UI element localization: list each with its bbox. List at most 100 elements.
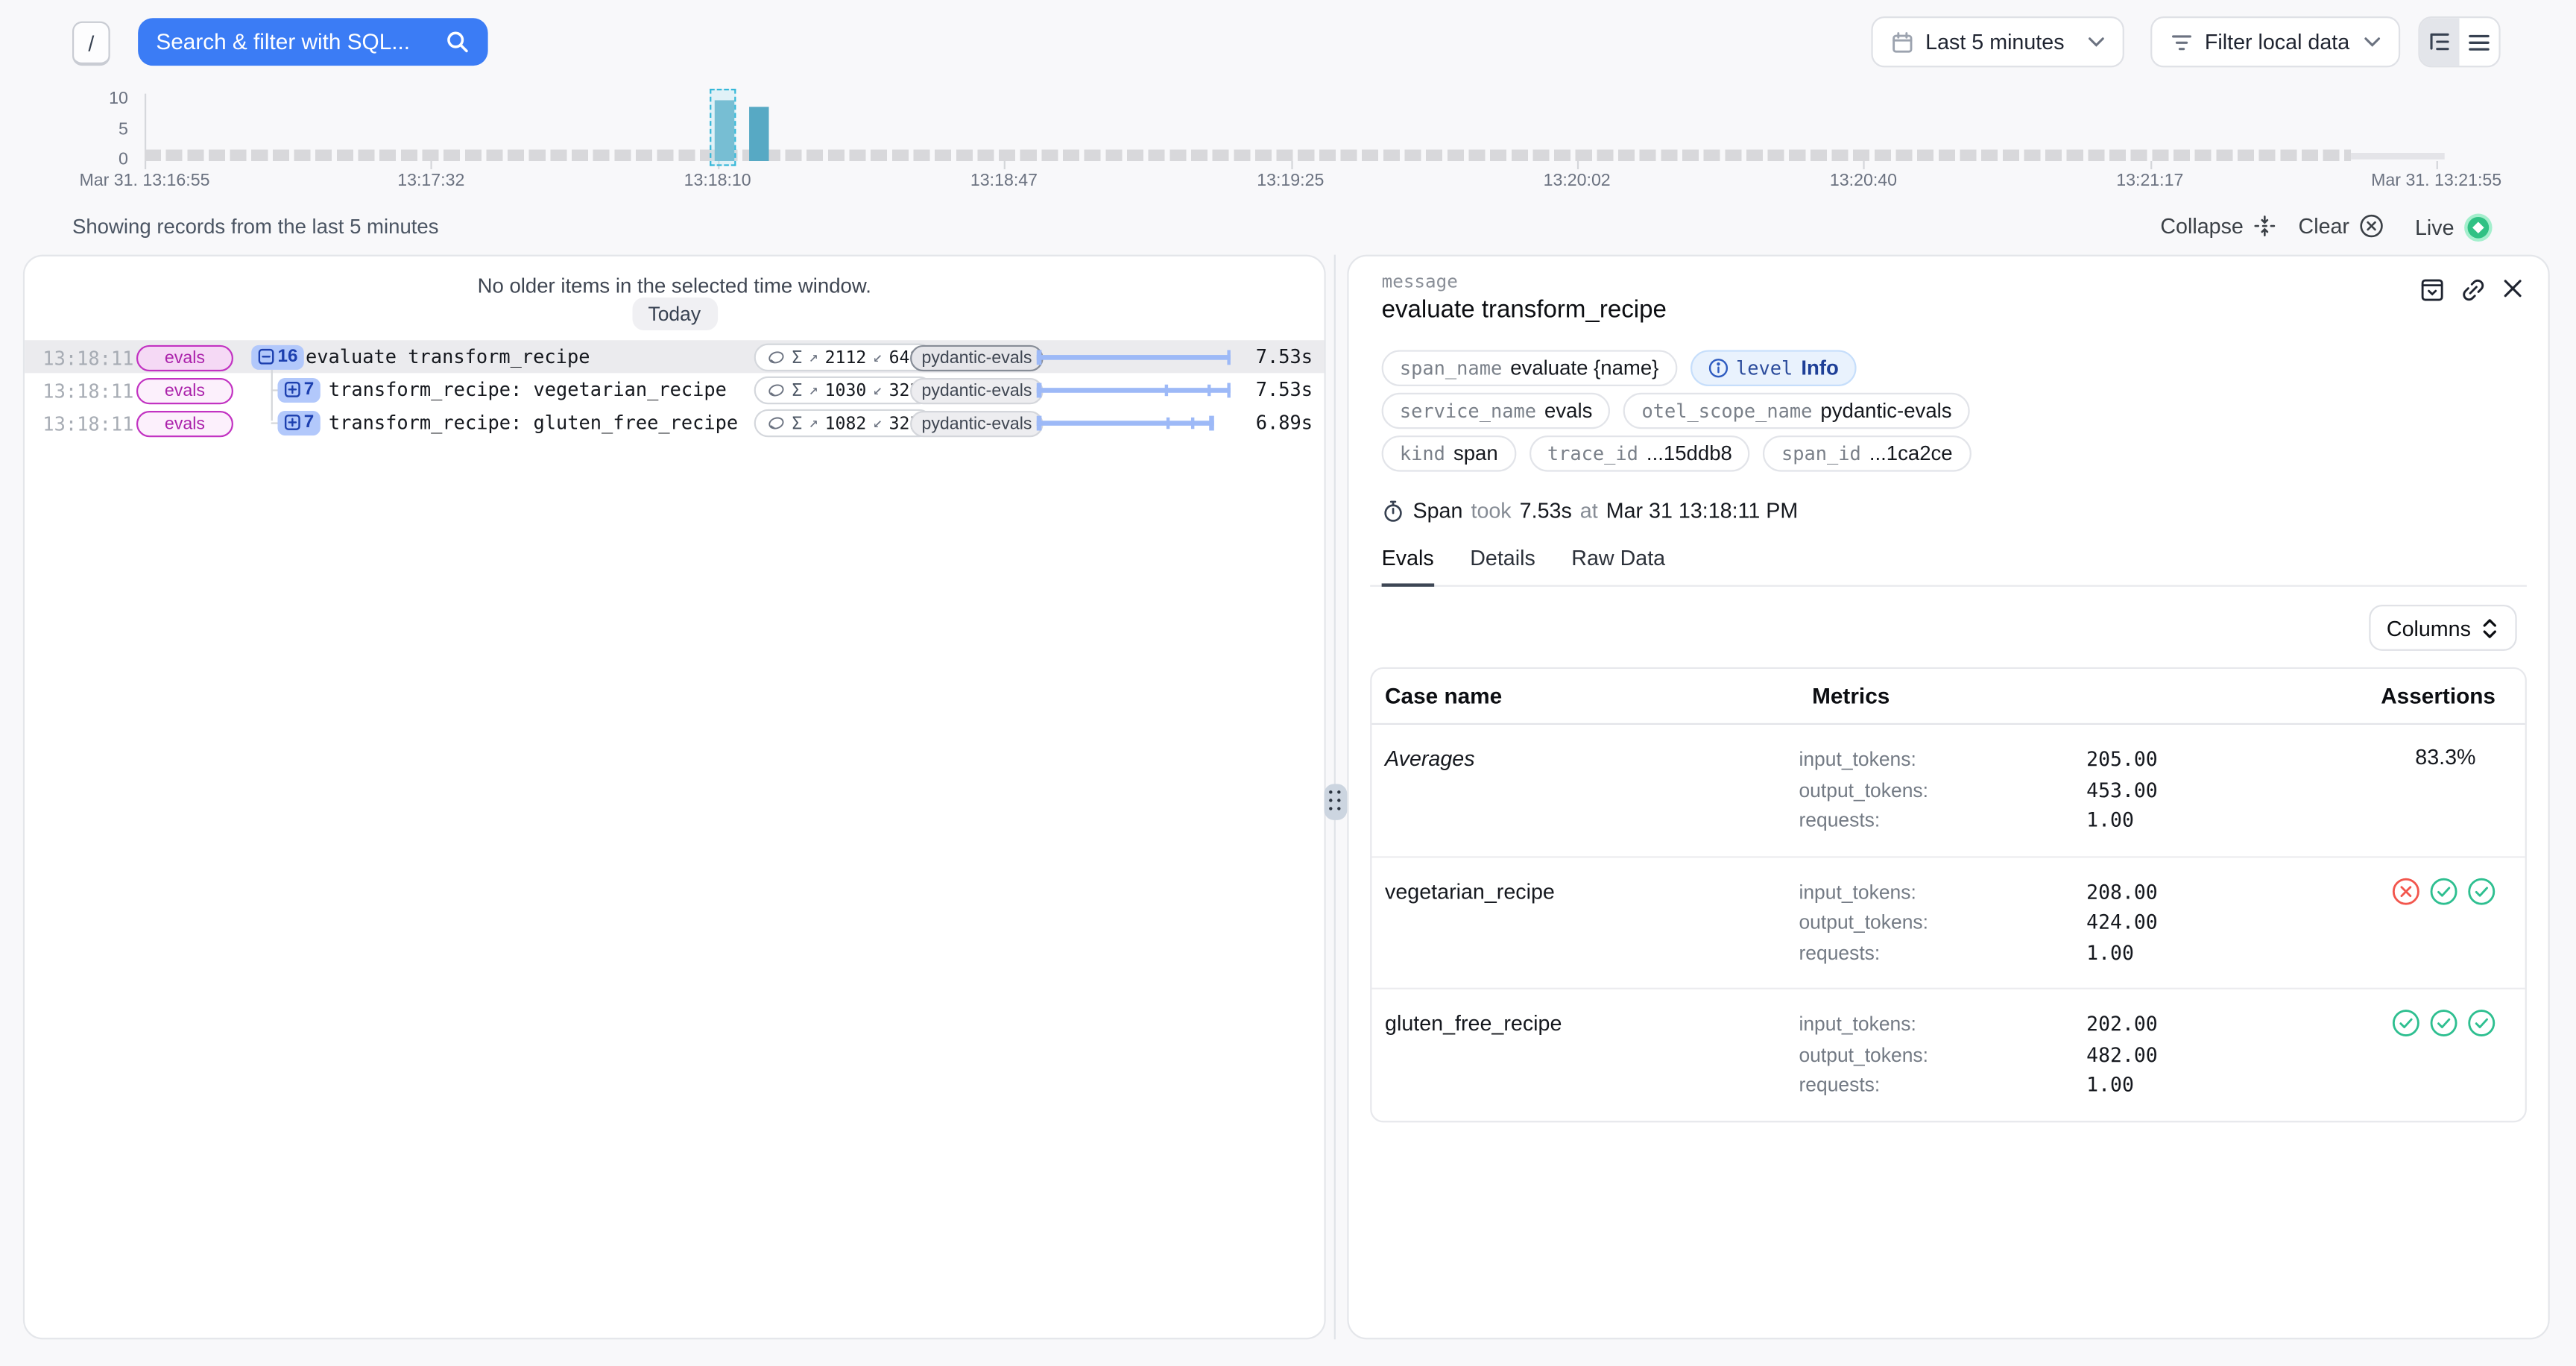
sort-updown-icon: [2481, 617, 2498, 639]
child-count: 7: [304, 412, 315, 432]
tree-collapse-badge[interactable]: 16: [251, 344, 304, 369]
coin-icon: [767, 414, 785, 432]
columns-button[interactable]: Columns: [2369, 605, 2517, 651]
arrow-up-right-icon: ↗: [809, 348, 818, 366]
attr-trace-id[interactable]: trace_id ...15ddb8: [1530, 435, 1751, 471]
x-axis-label: 13:18:10: [684, 171, 751, 190]
metric-label: output_tokens:: [1799, 775, 2086, 805]
assertion-pass-icon: [2468, 1009, 2496, 1036]
otel-scope-tag[interactable]: pydantic-evals: [910, 344, 1044, 371]
tree-expand-badge[interactable]: 7: [277, 377, 321, 402]
x-axis-label: 13:17:32: [397, 171, 464, 190]
duration-bar-tick: [1167, 417, 1169, 428]
attr-key: otel_scope_name: [1641, 400, 1812, 423]
x-axis-tick: [1004, 161, 1006, 169]
span-name: evaluate transform_recipe: [306, 345, 590, 368]
x-axis-label: 13:21:17: [2116, 171, 2183, 190]
assertion-icons: [2315, 989, 2525, 1120]
otel-scope-tag[interactable]: pydantic-evals: [910, 410, 1044, 436]
grip-dots-icon: [1328, 790, 1343, 813]
duration-bar-tick: [1208, 384, 1210, 395]
span-timing-line: Span took 7.53s at Mar 31 13:18:11 PM: [1382, 498, 1799, 523]
histogram-bar[interactable]: [750, 107, 769, 161]
x-axis-tick: [2150, 161, 2151, 169]
attr-otel-scope-name[interactable]: otel_scope_name pydantic-evals: [1623, 393, 1970, 429]
date-chip-today[interactable]: Today: [631, 298, 717, 330]
tab-raw-data[interactable]: Raw Data: [1571, 546, 1665, 585]
case-name: vegetarian_recipe: [1371, 857, 1799, 987]
service-badge[interactable]: evals: [136, 410, 233, 436]
trace-row-child[interactable]: 13:18:11 evals 7 transform_recipe: veget…: [25, 373, 1324, 406]
tree-expand-badge[interactable]: 7: [277, 410, 321, 435]
clear-button[interactable]: Clear: [2299, 214, 2384, 239]
arrow-up-right-icon: ↗: [809, 414, 818, 432]
evals-table-header: Case name Metrics Assertions: [1371, 669, 2525, 725]
dock-panel-icon[interactable]: [2420, 277, 2445, 302]
tree-connector-line: [271, 370, 272, 421]
columns-button-wrap: Columns: [2369, 605, 2517, 651]
header-case-name: Case name: [1371, 669, 1799, 723]
x-axis-label: Mar 31. 13:16:55: [79, 171, 209, 190]
close-icon[interactable]: [2502, 277, 2524, 302]
header-metrics: Metrics: [1799, 669, 2314, 723]
tokens-up: 2112: [825, 347, 867, 367]
metrics-cell: input_tokens:205.00 output_tokens:453.00…: [1799, 725, 2314, 855]
timing-span-word: Span: [1413, 498, 1463, 523]
duration-bar-tick: [1164, 384, 1167, 395]
trace-row-root[interactable]: 13:18:11 evals 16 evaluate transform_rec…: [25, 340, 1324, 373]
metric-value: 424.00: [2086, 907, 2158, 938]
metric-value: 208.00: [2086, 877, 2158, 907]
sigma-icon: Σ: [792, 347, 802, 367]
assertion-pass-icon: [2430, 1009, 2457, 1036]
attr-service-name[interactable]: service_name evals: [1382, 393, 1611, 429]
service-badge[interactable]: evals: [136, 377, 233, 403]
header-assertions: Assertions: [2315, 669, 2525, 723]
attr-value: ...1ca2ce: [1869, 442, 1953, 465]
attr-value: span: [1453, 442, 1498, 465]
x-axis-label: Mar 31. 13:21:55: [2371, 171, 2501, 190]
token-stats-pill[interactable]: Σ ↗1082 ↙325: [754, 409, 933, 437]
attr-span-name[interactable]: span_name evaluate {name}: [1382, 350, 1677, 385]
assertions-percent: 83.3%: [2415, 744, 2496, 769]
metric-label: input_tokens:: [1799, 744, 2086, 775]
eval-row-gluten-free[interactable]: gluten_free_recipe input_tokens:202.00 o…: [1371, 989, 2525, 1120]
record-kind-label: message: [1382, 271, 1458, 293]
assertion-pass-icon: [2468, 877, 2496, 904]
attr-span-id[interactable]: span_id ...1ca2ce: [1764, 435, 1971, 471]
eval-row-averages[interactable]: Averages input_tokens:205.00 output_toke…: [1371, 725, 2525, 857]
assertion-pass-icon: [2392, 1009, 2419, 1036]
live-indicator-icon: [2464, 214, 2492, 242]
tab-evals[interactable]: Evals: [1382, 546, 1434, 587]
trace-row-child[interactable]: 13:18:11 evals 7 transform_recipe: glute…: [25, 406, 1324, 438]
timing-at-word: at: [1580, 498, 1598, 523]
metric-value: 482.00: [2086, 1039, 2158, 1070]
token-stats-pill[interactable]: Σ ↗1030 ↙323: [754, 377, 933, 404]
level-pill[interactable]: level Info: [1690, 350, 1857, 385]
span-detail-title: evaluate transform_recipe: [1382, 296, 1667, 324]
child-count: 16: [277, 347, 297, 366]
metric-value: 1.00: [2086, 805, 2134, 836]
panel-resize-handle[interactable]: [1324, 784, 1347, 819]
child-count: 7: [304, 380, 315, 399]
otel-scope-tag[interactable]: pydantic-evals: [910, 377, 1044, 403]
coin-icon: [767, 381, 785, 399]
token-stats-pill[interactable]: Σ ↗2112 ↙648: [754, 344, 933, 371]
duration-bar-tick: [1192, 417, 1195, 428]
copy-link-icon[interactable]: [2461, 277, 2486, 302]
timing-took-word: took: [1471, 498, 1511, 523]
live-toggle[interactable]: Live: [2415, 214, 2492, 242]
eval-row-vegetarian[interactable]: vegetarian_recipe input_tokens:208.00 ou…: [1371, 857, 2525, 989]
empty-window-notice: No older items in the selected time wind…: [25, 274, 1324, 298]
metric-label: requests:: [1799, 1070, 2086, 1101]
tab-details[interactable]: Details: [1470, 546, 1535, 585]
attr-kind[interactable]: kind span: [1382, 435, 1516, 471]
attr-key: span_id: [1781, 442, 1861, 465]
chart-layer: Mar 31. 13:16:5513:17:3213:18:1013:18:47…: [0, 0, 2576, 197]
collapse-button[interactable]: Collapse: [2160, 214, 2274, 239]
detail-tabs: Evals Details Raw Data: [1370, 546, 2527, 587]
service-badge[interactable]: evals: [136, 344, 233, 371]
trace-rows: 13:18:11 evals 16 evaluate transform_rec…: [25, 340, 1324, 438]
duration-text: 7.53s: [1256, 378, 1313, 401]
timing-duration: 7.53s: [1520, 498, 1572, 523]
live-label: Live: [2415, 215, 2455, 240]
